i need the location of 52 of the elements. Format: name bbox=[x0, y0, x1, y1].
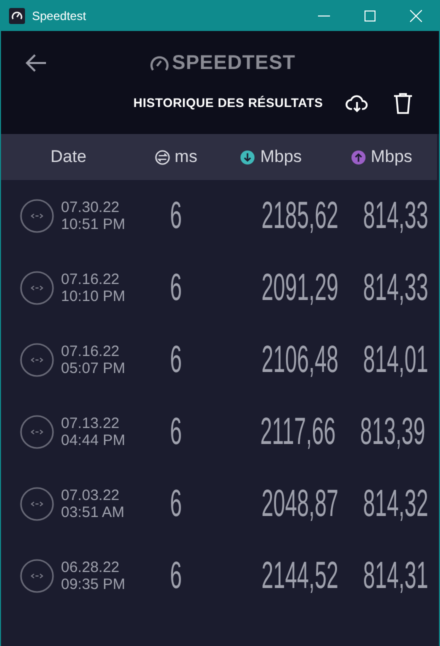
window-title: Speedtest bbox=[32, 8, 88, 22]
ping-value: 6 bbox=[170, 482, 182, 526]
download-value: 2185,62 bbox=[261, 194, 338, 238]
upload-value: 813,39 bbox=[360, 410, 426, 454]
connection-icon bbox=[20, 415, 54, 449]
test-date: 07.16.22 bbox=[61, 271, 120, 288]
upload-value: 814,01 bbox=[363, 338, 428, 382]
back-arrow-icon[interactable] bbox=[25, 52, 47, 74]
column-header[interactable]: Mbps bbox=[370, 147, 412, 167]
test-date: 07.03.22 bbox=[61, 487, 120, 504]
upload-value: 814,31 bbox=[363, 554, 428, 598]
download-value: 2048,87 bbox=[261, 482, 338, 526]
connection-icon bbox=[20, 487, 54, 521]
test-date: 07.16.22 bbox=[61, 343, 120, 360]
download-value: 2144,52 bbox=[261, 554, 338, 598]
download-value: 2117,66 bbox=[260, 410, 336, 454]
ping-value: 6 bbox=[170, 338, 182, 382]
upload-value: 814,33 bbox=[363, 266, 428, 310]
test-time: 10:51 PM bbox=[61, 216, 126, 233]
speedtest-logo: SPEEDTEST bbox=[172, 52, 296, 75]
page-title: HISTORIQUE DES RÉSULTATS bbox=[133, 96, 323, 110]
upload-icon bbox=[350, 150, 366, 164]
maximize-icon[interactable] bbox=[364, 10, 376, 22]
download-value: 2091,29 bbox=[261, 266, 338, 310]
gauge-icon bbox=[150, 55, 169, 72]
upload-value: 814,32 bbox=[363, 482, 428, 526]
connection-icon bbox=[20, 559, 54, 593]
test-date: 07.30.22 bbox=[61, 199, 120, 216]
test-date: 06.28.22 bbox=[61, 559, 120, 576]
ping-value: 6 bbox=[170, 194, 182, 238]
column-header[interactable]: Mbps bbox=[260, 147, 302, 167]
test-date: 07.13.22 bbox=[61, 415, 120, 432]
ping-value: 6 bbox=[170, 554, 182, 598]
connection-icon bbox=[20, 199, 54, 233]
download-value: 2106,48 bbox=[261, 338, 338, 382]
download-icon bbox=[240, 150, 256, 164]
column-header[interactable]: Date bbox=[50, 147, 86, 167]
test-time: 05:07 PM bbox=[61, 360, 126, 377]
test-time: 09:35 PM bbox=[61, 576, 126, 593]
connection-icon bbox=[20, 271, 54, 305]
test-time: 04:44 PM bbox=[61, 432, 126, 449]
connection-icon bbox=[20, 343, 54, 377]
trash-icon[interactable] bbox=[391, 91, 415, 115]
app-icon bbox=[9, 8, 25, 24]
test-time: 03:51 AM bbox=[61, 504, 126, 521]
ping-value: 6 bbox=[170, 410, 182, 454]
upload-value: 814,33 bbox=[363, 194, 428, 238]
close-icon[interactable] bbox=[410, 10, 422, 22]
test-time: 10:10 PM bbox=[61, 288, 126, 305]
ping-value: 6 bbox=[170, 266, 182, 310]
column-header[interactable]: ms bbox=[174, 147, 198, 167]
ping-icon bbox=[154, 150, 170, 164]
